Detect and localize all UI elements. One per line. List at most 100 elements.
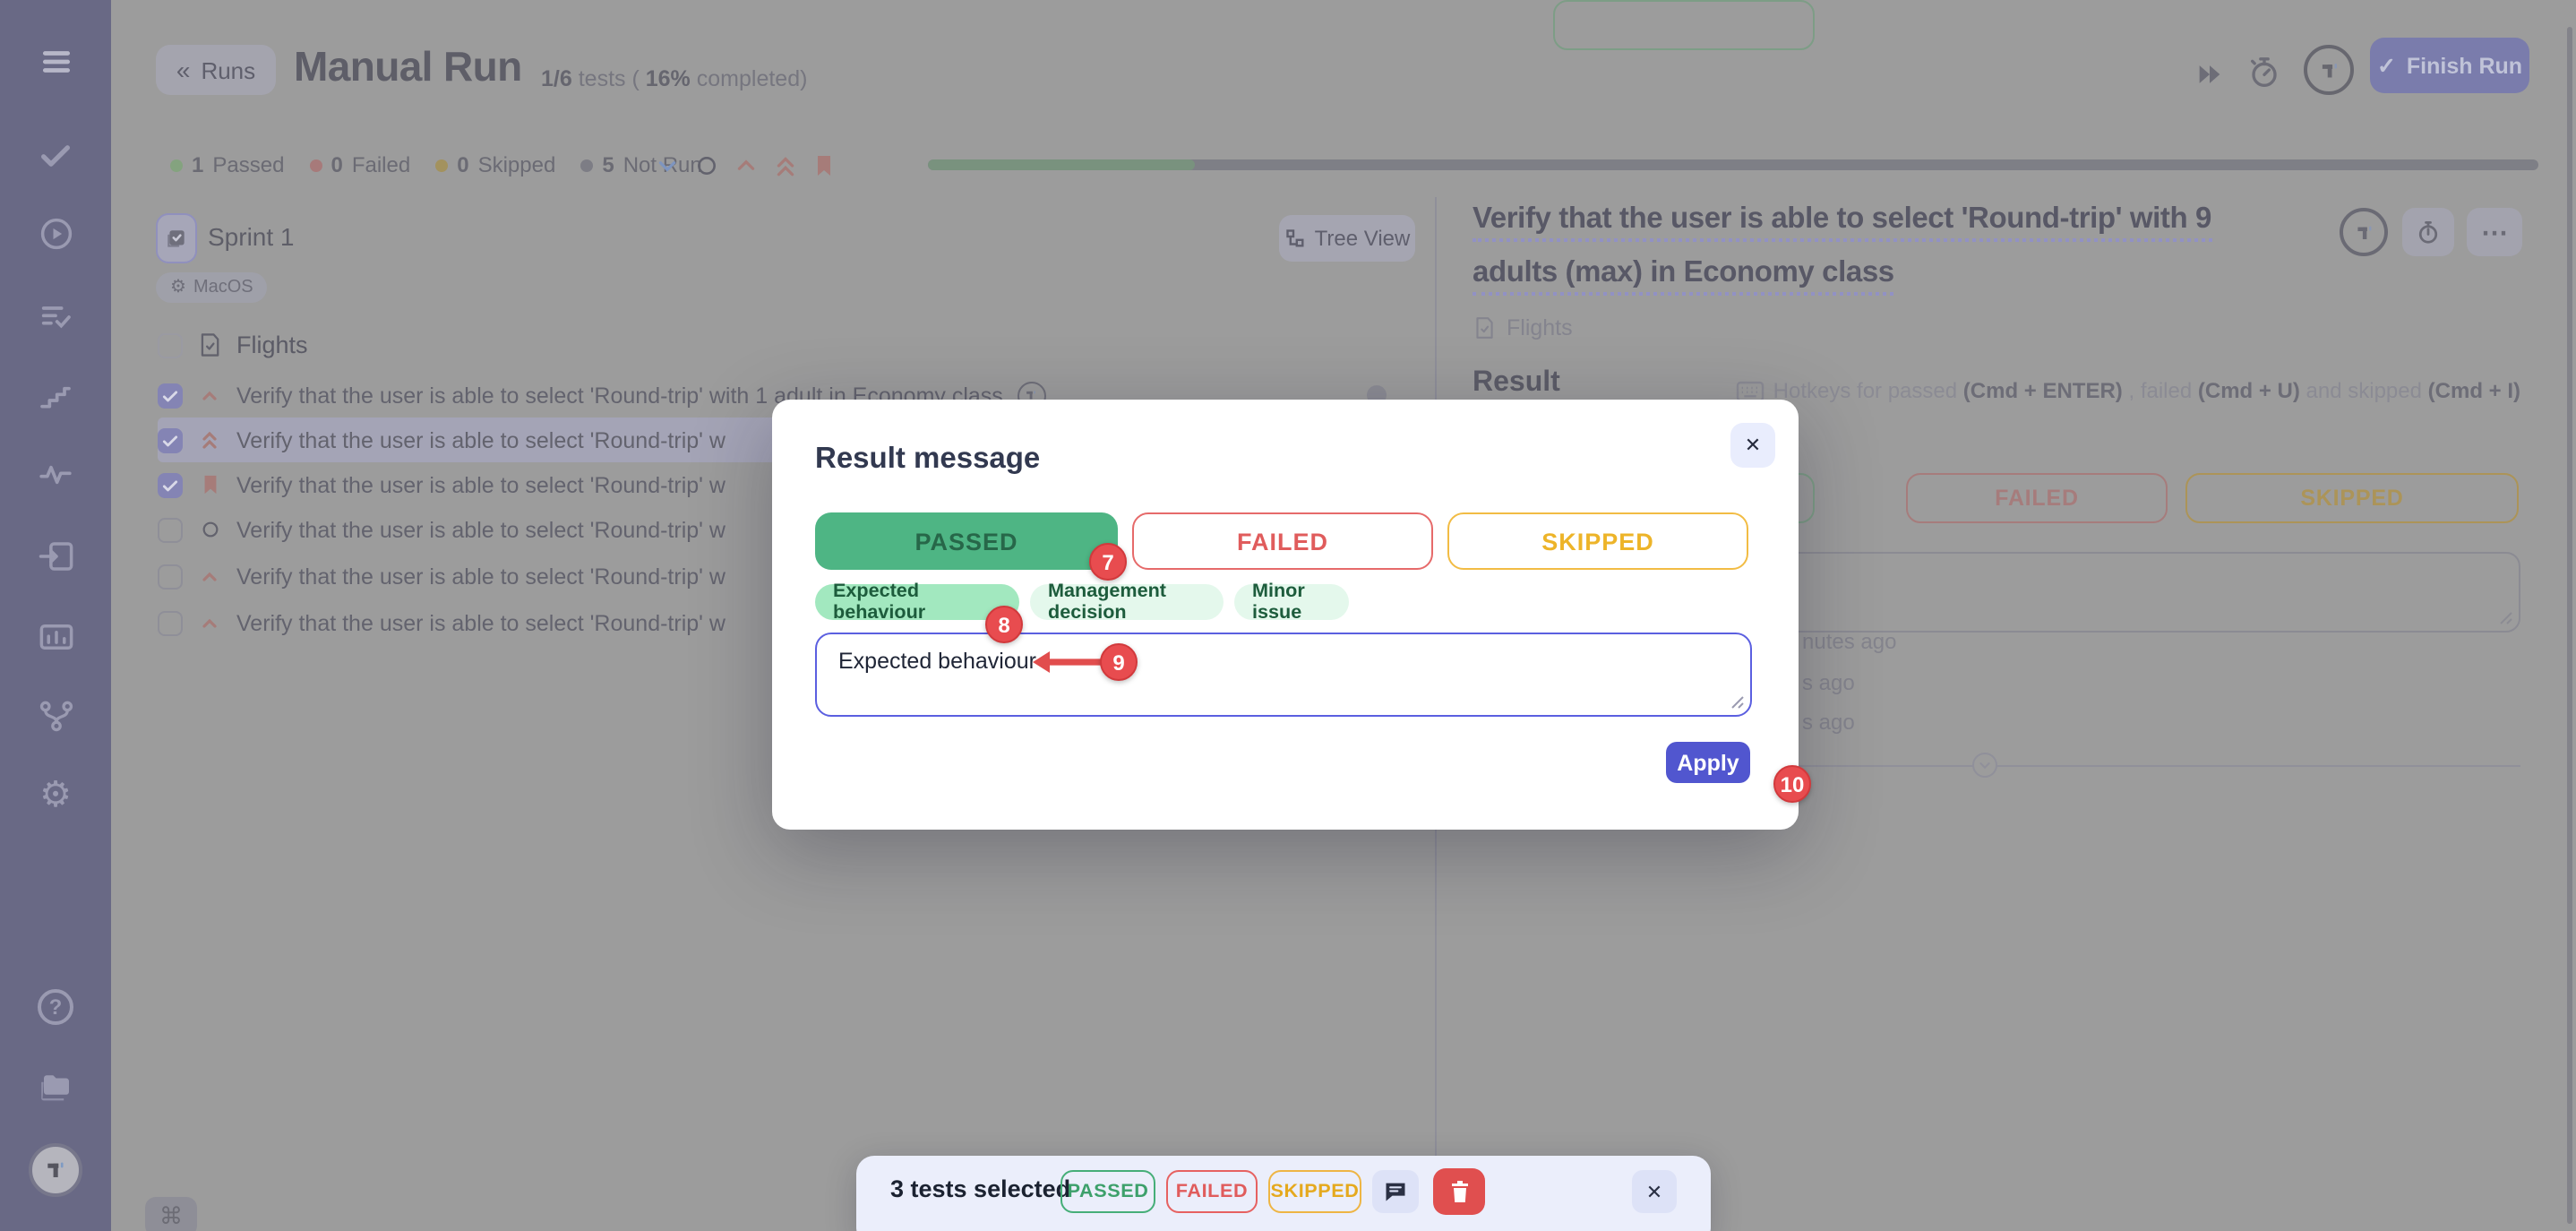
finish-run-button[interactable]: ✓ Finish Run <box>2370 38 2529 93</box>
defects-icon[interactable] <box>0 457 111 493</box>
bulk-comment-button[interactable] <box>1372 1170 1419 1213</box>
back-to-runs-button[interactable]: « Runs <box>156 45 276 95</box>
bulk-skipped-button[interactable]: SKIPPED <box>1268 1170 1361 1213</box>
history-entry-time: nutes ago <box>1802 629 1896 654</box>
row4-checkbox[interactable] <box>158 517 183 542</box>
environment-tag[interactable]: ⚙ MacOS <box>156 272 268 303</box>
tag-minor-issue[interactable]: Minor issue <box>1234 584 1349 620</box>
timer-icon[interactable] <box>2246 54 2282 90</box>
modal-failed-button[interactable]: FAILED <box>1132 512 1433 570</box>
back-chevron-icon: « <box>176 56 191 84</box>
tests-percent: 16% <box>646 66 691 91</box>
tests-fraction: 1/6 <box>541 66 572 91</box>
row3-checkbox[interactable] <box>158 472 183 497</box>
bookmark-icon[interactable] <box>813 151 835 178</box>
passed-word: Passed <box>212 152 284 177</box>
run-progress-bar <box>928 159 2538 170</box>
question-glyph: ? <box>38 989 73 1025</box>
priority-high-icon <box>197 565 222 587</box>
qase-topbar-logo[interactable] <box>2304 45 2354 95</box>
test-title: Verify that the user is able to select '… <box>236 517 726 542</box>
double-chevron-up-icon[interactable] <box>774 151 797 178</box>
run-progress-fill <box>928 159 1195 170</box>
projects-folders-icon[interactable] <box>0 1068 111 1106</box>
environment-label: MacOS <box>193 278 253 297</box>
test-title: Verify that the user is able to select '… <box>236 427 726 452</box>
suite-doc-icon <box>1473 315 1496 340</box>
notrun-count: 5 <box>602 152 614 177</box>
fast-forward-icon[interactable] <box>2194 59 2225 90</box>
dashboards-icon[interactable] <box>0 618 111 656</box>
qase-logo[interactable] <box>29 1143 82 1197</box>
resize-handle-icon[interactable] <box>2499 611 2513 625</box>
test-detail-title-line2[interactable]: adults (max) in Economy class <box>1473 256 1894 290</box>
row5-checkbox[interactable] <box>158 564 183 589</box>
select-all-toggle[interactable] <box>156 213 197 263</box>
history-entry-time: s ago <box>1802 710 1855 735</box>
page-title: Manual Run <box>294 43 522 91</box>
row2-checkbox[interactable] <box>158 427 183 452</box>
row6-checkbox[interactable] <box>158 610 183 635</box>
annotation-badge-9: 9 <box>1100 643 1138 681</box>
priority-bookmark-icon <box>197 473 222 496</box>
priority-high-icon <box>197 612 222 633</box>
result-skipped-button[interactable]: SKIPPED <box>2185 473 2519 523</box>
command-shortcut-key[interactable]: ⌘ <box>145 1197 197 1231</box>
comment-icon <box>1383 1179 1408 1204</box>
app: ⚙ ? « Runs Manual Run 1/6 tests ( 16% co… <box>0 0 2576 1231</box>
more-actions-button[interactable]: ⋯ <box>2467 208 2522 256</box>
expand-history-button[interactable] <box>1972 753 1997 778</box>
chevron-up-icon[interactable] <box>734 153 758 176</box>
detail-suite-row[interactable]: Flights <box>1473 315 1573 340</box>
run-progress-summary: 1/6 tests ( 16% completed) <box>541 66 807 91</box>
result-message-input[interactable] <box>815 633 1752 717</box>
ellipsis-icon: ⋯ <box>2481 216 2508 248</box>
tree-view-button[interactable]: Tree View <box>1279 215 1415 262</box>
requirements-icon[interactable] <box>0 538 111 575</box>
modal-close-button[interactable]: ✕ <box>1730 423 1775 468</box>
circle-priority-icon[interactable] <box>695 153 718 176</box>
time-tracking-button[interactable] <box>2402 208 2454 256</box>
bulk-delete-button[interactable] <box>1433 1168 1485 1215</box>
test-plans-icon[interactable] <box>0 299 111 335</box>
suite-doc-icon <box>197 331 222 358</box>
modal-skipped-label: SKIPPED <box>1541 528 1654 555</box>
chevron-down-icon[interactable] <box>656 153 679 176</box>
resize-handle-icon[interactable] <box>1730 695 1745 710</box>
test-detail-title-line1[interactable]: Verify that the user is able to select '… <box>1473 202 2211 237</box>
menu-icon[interactable] <box>0 45 111 79</box>
modal-skipped-button[interactable]: SKIPPED <box>1447 512 1748 570</box>
tag-management-decision[interactable]: Management decision <box>1030 584 1224 620</box>
run-status-counters: 1Passed 0Failed 0Skipped 5Not Run <box>170 152 702 177</box>
close-icon: ✕ <box>1646 1180 1662 1203</box>
modal-passed-button[interactable]: PASSED <box>815 512 1118 570</box>
row1-checkbox[interactable] <box>158 383 183 408</box>
priority-highest-icon <box>197 428 222 452</box>
bulk-failed-button[interactable]: FAILED <box>1166 1170 1258 1213</box>
test-group-row[interactable]: Flights <box>158 331 308 358</box>
priority-filter-icons <box>656 151 835 179</box>
bulk-passed-button[interactable]: PASSED <box>1060 1170 1155 1213</box>
result-passed-button[interactable] <box>1553 0 1815 50</box>
priority-high-icon <box>197 384 222 406</box>
integrations-icon[interactable] <box>0 697 111 735</box>
history-entry-time: s ago <box>1802 670 1855 695</box>
apply-label: Apply <box>1677 750 1739 775</box>
milestones-icon[interactable] <box>0 378 111 414</box>
back-label: Runs <box>201 56 255 83</box>
apply-button[interactable]: Apply <box>1666 742 1750 783</box>
group-checkbox[interactable] <box>158 332 183 357</box>
tree-view-label: Tree View <box>1315 226 1411 251</box>
group-title: Flights <box>236 331 308 358</box>
help-icon[interactable]: ? <box>0 989 111 1025</box>
test-cases-icon[interactable] <box>0 138 111 174</box>
settings-gear-icon[interactable]: ⚙ <box>0 776 111 815</box>
stopwatch-icon <box>2415 219 2442 245</box>
skipped-dot <box>435 159 448 171</box>
modal-title: Result message <box>815 443 1040 477</box>
bulk-close-button[interactable]: ✕ <box>1632 1170 1677 1213</box>
annotation-arrow-icon <box>1030 649 1105 676</box>
result-failed-button[interactable]: FAILED <box>1906 473 2168 523</box>
scrollbar[interactable] <box>2567 27 2572 1224</box>
test-runs-icon[interactable] <box>0 215 111 253</box>
